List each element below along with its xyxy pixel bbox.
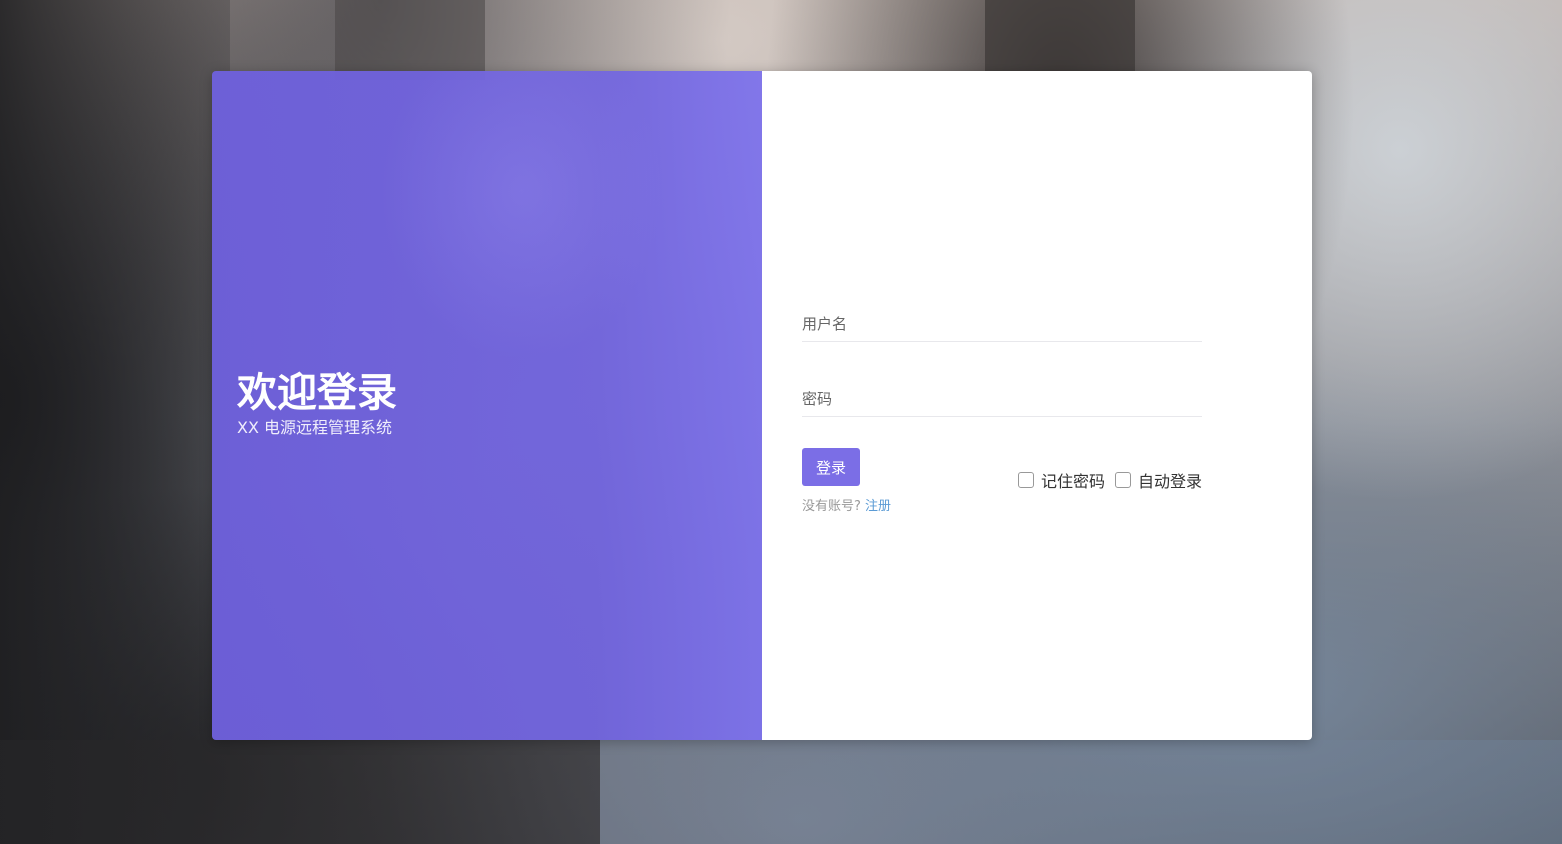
welcome-panel: 欢迎登录 XX 电源远程管理系统 [212, 71, 762, 740]
login-button[interactable]: 登录 [802, 448, 860, 486]
no-account-text: 没有账号? [802, 499, 861, 514]
remember-password-checkbox[interactable] [1017, 472, 1034, 488]
password-field [802, 377, 1202, 417]
welcome-title: 欢迎登录 [237, 370, 397, 416]
background-floor-right [600, 740, 1562, 844]
background-floor-left [0, 740, 600, 844]
register-prompt: 没有账号? 注册 [802, 495, 891, 514]
remember-password-label: 记住密码 [1040, 472, 1105, 491]
auto-login-option[interactable]: 自动登录 [1114, 468, 1202, 492]
login-card: 欢迎登录 XX 电源远程管理系统 登录 没有账号? 注册 记住密码 自动登录 [212, 71, 1312, 740]
auto-login-checkbox[interactable] [1114, 472, 1131, 488]
password-input[interactable] [802, 377, 1202, 416]
remember-password-option[interactable]: 记住密码 [1017, 468, 1105, 492]
login-options: 记住密码 自动登录 [1008, 468, 1202, 492]
background-pillar [985, 0, 1135, 80]
username-field [802, 302, 1202, 342]
login-form-panel: 登录 没有账号? 注册 记住密码 自动登录 [762, 71, 1312, 740]
background-pillar [335, 0, 485, 80]
system-name: XX 电源远程管理系统 [237, 418, 393, 437]
username-input[interactable] [802, 302, 1202, 341]
auto-login-label: 自动登录 [1137, 472, 1202, 491]
register-link[interactable]: 注册 [865, 499, 891, 514]
background-shade-left [0, 0, 230, 844]
